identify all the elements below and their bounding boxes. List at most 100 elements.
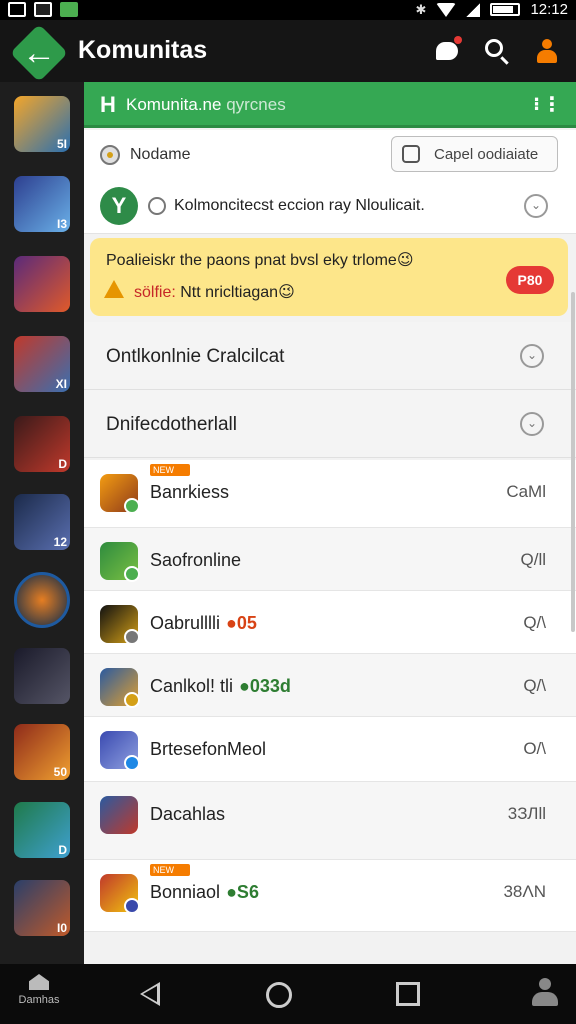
alert-badge[interactable]: P80 [506,266,554,294]
status-badge [124,629,140,645]
status-notification-icons [8,2,78,17]
warning-icon [104,280,124,298]
rail-game-tag: 5I [56,137,67,151]
game-name-text: Bonniaol [150,882,221,902]
bluetooth-icon: ✱ [415,1,427,17]
game-meta: Q/\ [523,613,546,632]
scrollbar[interactable] [571,292,575,632]
person-icon [536,39,558,63]
rail-game-tag: I3 [56,217,67,231]
rail-game-icon[interactable]: 5I [14,96,70,152]
profile-icon[interactable] [530,978,560,1008]
rail-game-tag: I0 [56,921,67,935]
more-vert-icon[interactable]: ⋮ [542,92,562,117]
nav-home-label: Damhas [18,994,60,1006]
megaphone-icon [436,42,458,60]
game-name: Banrkiess [150,482,229,503]
game-online-count: ●033d [239,676,291,696]
status-badge [124,498,140,514]
chevron-down-icon[interactable]: ⌄ [520,412,544,436]
create-post-label: Capel oodiaiate [434,146,539,163]
notification-icon [60,2,78,17]
game-row[interactable]: Canlkol! tli ●033d Q/\ [84,654,576,717]
rail-game-icon[interactable]: I0 [14,880,70,936]
rail-game-icon[interactable]: 50 [14,724,70,780]
game-online-count: ●S6 [226,882,259,902]
game-name: Dacahlas [150,804,225,825]
post-item[interactable]: Y Kolmoncitecst eccion ray Nloulicait. ⌄ [84,180,576,234]
rail-game-icon[interactable] [14,572,70,628]
rail-game-icon[interactable]: D [14,416,70,472]
game-row[interactable]: NEW Bonniaol ●S6 38ΛN [84,860,576,932]
signal-icon [466,2,481,17]
game-name: Saofronline [150,550,241,571]
alert-warning-label: sölfie: [134,284,176,301]
game-row[interactable]: Dacahlas 3ЗЛll [84,782,576,860]
rail-game-icon[interactable] [14,256,70,312]
chevron-down-icon[interactable]: ⌄ [524,194,548,218]
game-row[interactable]: Saofronline Q/ll [84,528,576,591]
status-badge [124,755,140,771]
status-badge [124,566,140,582]
game-name-text: Banrkiess [150,482,230,502]
create-post-button[interactable]: Capel oodiaiate [391,136,558,172]
app-bar-actions [432,36,562,66]
search-icon [485,39,503,57]
announcements-button[interactable] [432,36,462,66]
game-name-text: Canlkol! tli [150,676,234,696]
status-bar: ✱ 12:12 [0,0,576,20]
game-name: BrtesefonMeol [150,739,266,760]
search-button[interactable] [482,36,512,66]
panel-header: H Komunita.ne qyrcnes ⁝ ⋮ [84,82,576,128]
rail-game-tag: XI [55,377,67,391]
status-time: 12:12 [530,1,568,18]
new-tag: NEW [150,864,190,876]
game-row[interactable]: NEW Banrkiess CaMl [84,460,576,528]
back-icon[interactable] [140,982,160,1006]
game-meta: CaMl [506,482,546,501]
status-system-icons: ✱ 12:12 [416,1,568,18]
sort-icon[interactable]: ⁝ [533,94,540,115]
avatar: Y [100,187,138,225]
rail-game-tag: 50 [53,765,67,779]
home-circle-icon[interactable] [266,982,292,1008]
gear-icon [148,197,166,215]
wifi-icon [436,2,457,17]
recents-icon[interactable] [396,982,420,1006]
community-panel: H Komunita.ne qyrcnes ⁝ ⋮ Nodame Capel o… [84,82,576,964]
nav-home-tab[interactable]: Damhas [12,974,66,1006]
new-tag: NEW [150,464,190,476]
post-text: Kolmoncitecst eccion ray Nloulicait. [174,197,425,214]
game-name-text: Dacahlas [150,804,226,824]
app-title: Komunitas [78,36,208,64]
game-name-text: Oabrulllli [150,613,221,633]
community-icon: H [100,92,116,117]
rail-game-icon[interactable]: XI [14,336,70,392]
game-meta: 3ЗЛll [507,804,546,823]
game-row[interactable]: Oabrulllli ●05 Q/\ [84,591,576,654]
alert-message: Poalieiskr the paons pnat bvsl eky trlom… [106,252,414,269]
rail-game-icon[interactable]: 12 [14,494,70,550]
rail-game-tag: D [58,843,67,857]
game-meta: Q/\ [523,676,546,695]
rail-game-icon[interactable]: I3 [14,176,70,232]
rail-game-icon[interactable]: D [14,802,70,858]
chevron-down-icon[interactable]: ⌄ [520,344,544,368]
profile-button[interactable] [532,36,562,66]
home-icon [29,974,49,990]
section-label: Dnifecdotherlall [106,414,237,435]
status-badge [124,898,140,914]
section-row[interactable]: Dnifecdotherlall ⌄ [84,390,576,458]
game-name-text: Saofronline [150,550,242,570]
game-row[interactable]: BrtesefonMeol O/\ [84,717,576,782]
notification-dot [454,36,462,44]
alert-warning-detail: Ntt nricltiagan😉 [175,284,295,301]
alert-banner[interactable]: Poalieiskr the paons pnat bvsl eky trlom… [90,238,568,316]
rail-game-icon[interactable] [14,648,70,704]
back-arrow-icon[interactable]: ← [22,36,56,70]
nickname-label: Nodame [130,146,191,163]
section-row[interactable]: Ontlkonlnie Cralcilcat ⌄ [84,322,576,390]
game-name-text: BrtesefonMeol [150,739,267,759]
status-badge [124,692,140,708]
game-online-count: ●05 [226,613,257,633]
